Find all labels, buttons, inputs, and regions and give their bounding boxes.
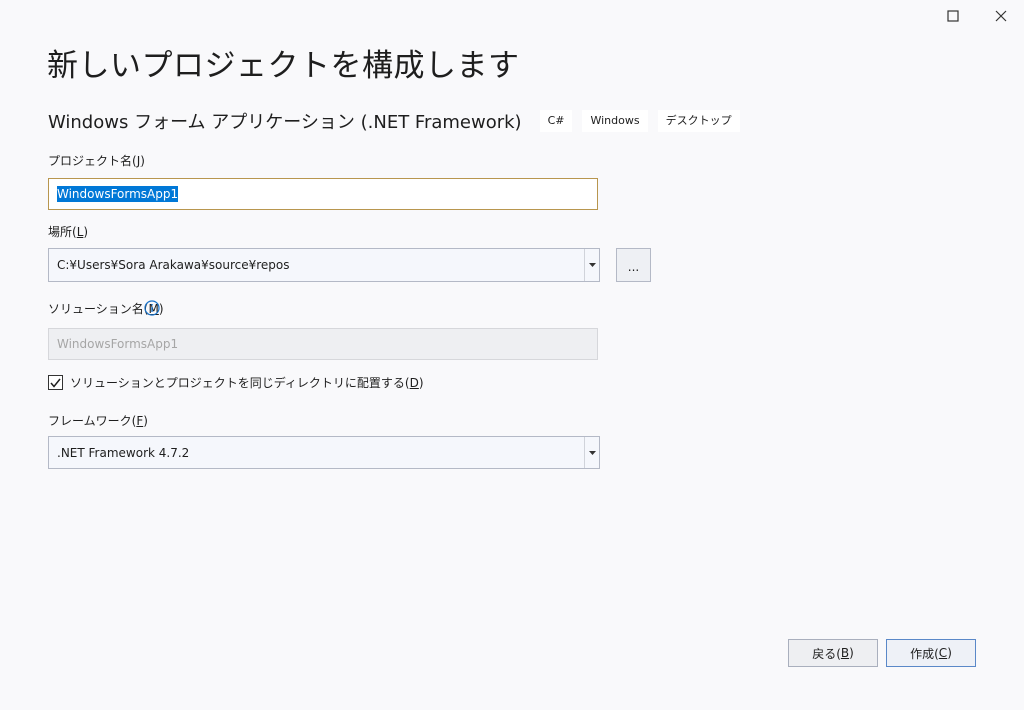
framework-combobox[interactable]: .NET Framework 4.7.2 [48, 436, 600, 469]
maximize-icon [947, 10, 959, 22]
location-dropdown-button[interactable] [584, 249, 599, 281]
location-value: C:¥Users¥Sora Arakawa¥source¥repos [57, 258, 290, 272]
template-header: Windows フォーム アプリケーション (.NET Framework) C… [48, 108, 750, 134]
tag-type: デスクトップ [657, 110, 740, 132]
close-icon [995, 10, 1007, 22]
project-name-value: WindowsFormsApp1 [57, 186, 179, 202]
framework-label: フレームワーク(F) [48, 414, 148, 428]
checkmark-icon [50, 378, 61, 388]
framework-value: .NET Framework 4.7.2 [57, 445, 190, 460]
create-button[interactable]: 作成(C) [886, 639, 976, 667]
same-directory-label: ソリューションとプロジェクトを同じディレクトリに配置する(D) [70, 376, 424, 390]
solution-name-input[interactable]: WindowsFormsApp1 [48, 328, 598, 360]
tag-language: C# [539, 110, 573, 132]
project-name-label: プロジェクト名(J) [48, 154, 145, 168]
chevron-down-icon [588, 450, 596, 455]
framework-dropdown-button[interactable] [584, 437, 599, 468]
page-title: 新しいプロジェクトを構成します [47, 48, 520, 84]
chevron-down-icon [588, 263, 596, 267]
close-button[interactable] [978, 0, 1024, 32]
back-button[interactable]: 戻る(B) [788, 639, 878, 667]
info-icon[interactable] [144, 300, 160, 316]
tag-platform: Windows [582, 110, 648, 132]
same-directory-checkbox[interactable] [48, 375, 63, 390]
maximize-button[interactable] [930, 0, 976, 32]
project-name-input[interactable]: WindowsFormsApp1 [48, 178, 598, 210]
template-name: Windows フォーム アプリケーション (.NET Framework) [48, 112, 522, 133]
same-directory-option[interactable]: ソリューションとプロジェクトを同じディレクトリに配置する(D) [48, 374, 424, 391]
browse-button[interactable]: ... [616, 248, 651, 282]
solution-name-placeholder: WindowsFormsApp1 [57, 337, 179, 351]
location-combobox[interactable]: C:¥Users¥Sora Arakawa¥source¥repos [48, 248, 600, 282]
location-label: 場所(L) [48, 225, 89, 239]
